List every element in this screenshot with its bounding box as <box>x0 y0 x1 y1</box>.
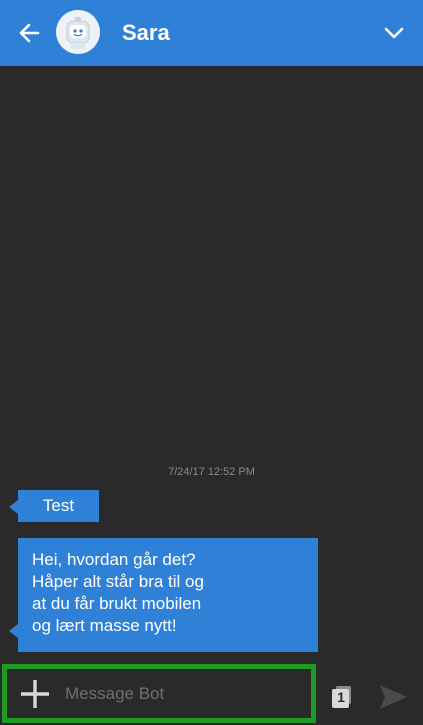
message-text: Test <box>42 496 75 515</box>
message-text-line: Håper alt står bra til og <box>32 572 204 591</box>
menu-button[interactable] <box>379 18 409 48</box>
avatar[interactable] <box>56 10 100 54</box>
page-counter-value: 1 <box>337 689 345 705</box>
plus-icon <box>21 679 49 708</box>
robot-avatar-icon <box>56 10 100 54</box>
contact-name: Sara <box>122 20 170 45</box>
chevron-down-icon <box>384 27 404 39</box>
message-text-line: Hei, hvordan går det? <box>32 550 196 569</box>
add-attachment-button[interactable] <box>17 676 53 712</box>
message-input-row <box>12 674 306 713</box>
back-button[interactable] <box>14 18 44 48</box>
message-bubble[interactable]: Hei, hvordan går det? Håper alt står bra… <box>9 538 318 652</box>
message-timestamp: 7/24/17 12:52 PM <box>168 466 255 478</box>
send-icon <box>380 685 407 709</box>
message-text-line: og lært masse nytt! <box>32 616 177 635</box>
page-counter-badge[interactable]: 1 <box>332 686 352 708</box>
composer-bar: 1 <box>0 662 423 725</box>
message-list[interactable]: 7/24/17 12:52 PM Test Hei, hvordan går d… <box>0 66 423 662</box>
message-bubble[interactable]: Test <box>9 490 99 522</box>
message-text-line: at du får brukt mobilen <box>32 594 202 613</box>
chat-header: Sara <box>0 0 423 66</box>
send-button[interactable] <box>376 682 410 712</box>
message-input[interactable] <box>63 677 306 710</box>
chat-screen: Sara 7/24/17 12:52 PM Test Hei, hvordan … <box>0 0 423 725</box>
arrow-left-icon <box>19 23 40 43</box>
message-input-highlight <box>2 664 316 723</box>
